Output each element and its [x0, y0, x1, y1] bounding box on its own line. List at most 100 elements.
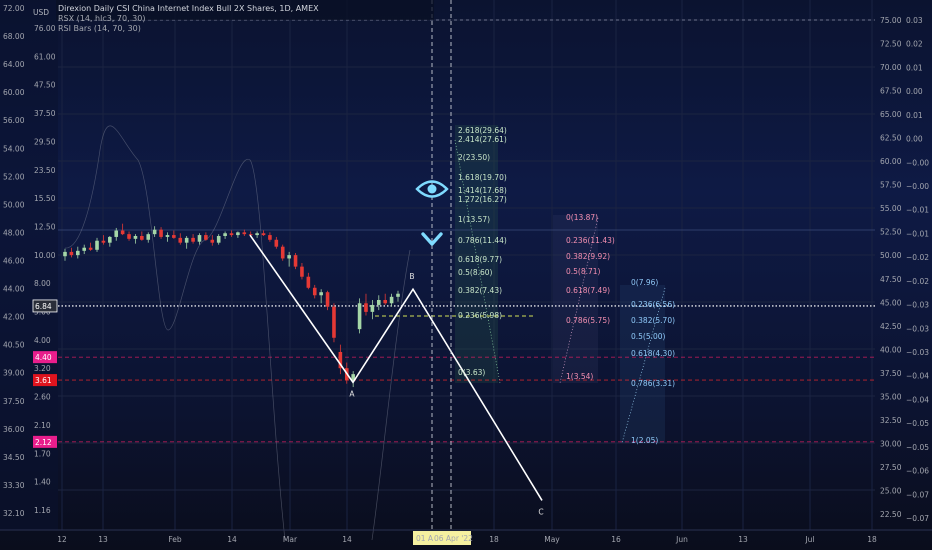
candle-body [229, 233, 234, 236]
right-price-tick: 57.50 [880, 181, 902, 190]
x-tick-label: 14 [342, 535, 352, 544]
right-price-tick: 45.00 [880, 298, 902, 307]
left-price-axis[interactable]: 72.00 68.00 64.00 60.00 56.00 54.00 52.00 50.00… [0, 0, 434, 530]
left-inner-tick: 1.16 [34, 506, 51, 515]
candle-body [127, 234, 131, 239]
fib-level-label: 0.618(9.77) [458, 255, 502, 264]
candle-body [63, 251, 67, 257]
left-inner-tick: 10.00 [34, 251, 56, 260]
candle-body [293, 255, 298, 267]
fib-level-label: 0.236(5.98) [458, 311, 502, 320]
candle-body [191, 237, 195, 242]
left-outer-tick: 44.00 [3, 285, 25, 294]
right-osc-tick: −0.04 [906, 395, 929, 404]
left-inner-tick: 23.50 [34, 166, 56, 175]
pattern-point-B: B [409, 272, 414, 281]
x-tick-label: 18 [489, 535, 499, 544]
right-osc-tick: −0.07 [906, 490, 929, 499]
left-outer-tick: 72.00 [3, 4, 25, 13]
pattern-point-A: A [349, 389, 355, 398]
left-outer-tick: 39.00 [3, 369, 25, 378]
fib-level-label: 2.618(29.64) [458, 126, 507, 135]
candle-body [108, 236, 112, 243]
rsx-indicator-label[interactable]: RSX (14, hlc3, 70, 30) [58, 14, 319, 24]
left-inner-tick: 29.50 [34, 137, 56, 146]
candle-body [95, 240, 99, 250]
candle-body [325, 292, 330, 307]
right-price-tick: 30.00 [880, 439, 902, 448]
candle-body [357, 303, 362, 330]
left-inner-tick: 3.20 [34, 364, 51, 373]
right-osc-tick: −0.06 [906, 467, 929, 476]
fib-level-label: 0.382(7.43) [458, 286, 502, 295]
candle-body [114, 230, 119, 237]
left-outer-tick: 37.50 [3, 397, 25, 406]
right-osc-tick: 0.01 [906, 63, 923, 72]
candle-body [172, 235, 176, 238]
rsx-oscillator [64, 125, 411, 541]
left-inner-tick: 1.40 [34, 478, 51, 487]
right-osc-tick: −0.03 [906, 324, 929, 333]
x-tick-label: 14 [227, 535, 237, 544]
candle-body [274, 239, 279, 247]
right-osc-tick: −0.03 [906, 301, 929, 310]
left-outer-tick: 34.50 [3, 453, 25, 462]
right-price-axis[interactable]: 75.00 72.50 70.00 67.50 65.00 62.50 60.00 57.50… [880, 16, 929, 523]
left-outer-tick: 50.00 [3, 200, 25, 209]
fib-level-label: 0.5(8.71) [566, 267, 601, 276]
right-osc-tick: −0.02 [906, 253, 929, 262]
right-price-tick: 27.50 [880, 463, 902, 472]
candle-body [184, 237, 189, 243]
price-tag-label: 2.12 [35, 438, 52, 447]
right-osc-tick: 0.01 [906, 111, 923, 120]
right-price-tick: 50.00 [880, 251, 902, 260]
candle-body [197, 235, 202, 242]
right-price-tick: 70.00 [880, 63, 902, 72]
right-price-tick: 62.50 [880, 134, 902, 143]
fib-level-label: 0.5(8.60) [458, 268, 493, 277]
fib-level-label: 1(3.54) [566, 372, 593, 381]
candle-body [268, 235, 272, 240]
left-outer-tick: 54.00 [3, 144, 25, 153]
candle-body [76, 250, 80, 256]
left-outer-tick: 42.00 [3, 313, 25, 322]
fib-level-label: 0.786(3.31) [631, 379, 675, 388]
left-outer-tick: 48.00 [3, 228, 25, 237]
fib-level-label: 1.414(17.68) [458, 186, 507, 195]
candle-body [82, 247, 87, 251]
candle-body [255, 233, 259, 236]
left-outer-tick: 40.50 [3, 341, 25, 350]
candle-body [383, 300, 387, 304]
fib-band-green [455, 125, 498, 383]
right-osc-tick: 0.00 [906, 135, 923, 144]
fib-level-label: 0(13.87) [566, 213, 598, 222]
right-price-tick: 67.50 [880, 87, 902, 96]
left-inner-tick: 47.50 [34, 81, 56, 90]
left-inner-tick: 37.50 [34, 109, 56, 118]
fib-level-label: 0.786(5.75) [566, 316, 610, 325]
x-tick-label: 18 [867, 535, 877, 544]
left-outer-tick: 56.00 [3, 116, 25, 125]
right-price-tick: 72.50 [880, 40, 902, 49]
fib-level-label: 1(13.57) [458, 215, 490, 224]
rsx-line [64, 125, 411, 541]
candle-body [236, 232, 240, 236]
fib-level-label: 0.786(11.44) [458, 236, 507, 245]
chart-legend: Direxion Daily CSI China Internet Index … [58, 4, 319, 34]
candle-body [332, 306, 336, 338]
left-inner-tick: 4.00 [34, 336, 51, 345]
left-outer-tick: 46.00 [3, 257, 25, 266]
candle-body [319, 292, 323, 296]
x-tick-label: 13 [98, 535, 108, 544]
fib-level-label: 0.236(6.56) [631, 300, 675, 309]
eye-pupil-icon [427, 184, 437, 194]
right-osc-tick: −0.07 [906, 514, 929, 523]
fib-level-label: 0.382(9.92) [566, 252, 610, 261]
price-chart[interactable]: A B C 2.618(29.64)2.414(27.61) 2(23.50) 1.61… [0, 0, 932, 550]
rsi-bars-indicator-label[interactable]: RSI Bars (14, 70, 30) [58, 24, 319, 34]
symbol-title[interactable]: Direxion Daily CSI China Internet Index … [58, 4, 319, 14]
fib-level-label: 2(23.50) [458, 153, 490, 162]
fib-level-label: 0.382(5.70) [631, 316, 675, 325]
candle-body [120, 230, 125, 235]
candle-body [165, 235, 170, 237]
